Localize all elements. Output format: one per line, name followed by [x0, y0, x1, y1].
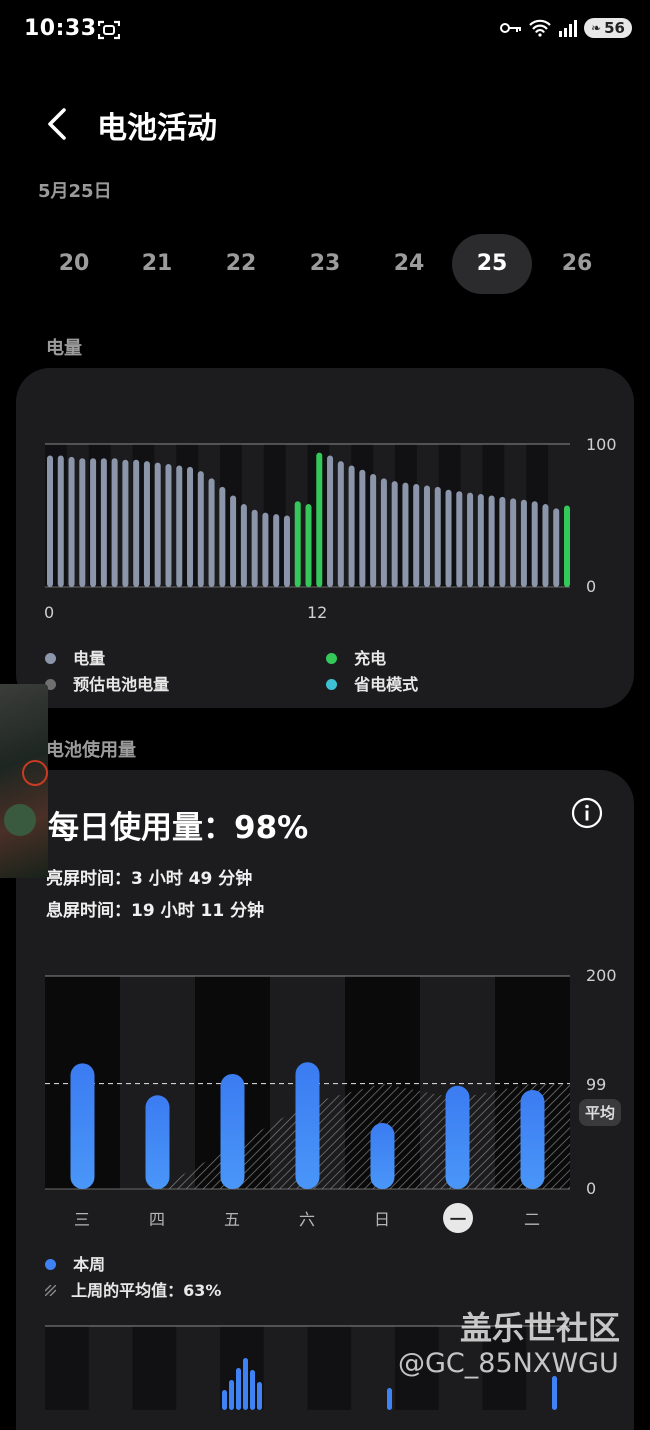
legend-dot-this-week	[45, 1259, 56, 1270]
hourly-bar	[250, 1370, 255, 1410]
weekday-mon[interactable]: 一	[443, 1206, 473, 1230]
usage-bar[interactable]	[145, 1095, 170, 1189]
usage-bar[interactable]	[520, 1089, 545, 1189]
legend-label-last-week: 上周的平均值：63%	[71, 1281, 222, 1300]
hourly-bar	[229, 1380, 234, 1410]
hourly-bar	[243, 1358, 248, 1410]
watermark-site: 盖乐世社区	[460, 1309, 621, 1347]
hourly-bar	[236, 1368, 241, 1410]
thumbnail-blob	[4, 804, 36, 836]
hourly-bar	[257, 1382, 262, 1410]
weekday-thu[interactable]: 四	[142, 1206, 172, 1230]
usage-bar[interactable]	[295, 1062, 320, 1189]
floating-app-thumbnail[interactable]	[0, 684, 48, 878]
weekday-sun[interactable]: 日	[367, 1206, 397, 1230]
hourly-stripe	[307, 1326, 352, 1410]
usage-y-max: 200	[586, 966, 617, 985]
weekday-fri[interactable]: 五	[217, 1206, 247, 1230]
hourly-bar	[552, 1376, 557, 1410]
hourly-stripe	[132, 1326, 177, 1410]
weekday-tue[interactable]: 二	[517, 1206, 547, 1230]
hatch-icon	[44, 1284, 57, 1297]
weekday-wed[interactable]: 三	[67, 1206, 97, 1230]
usage-bar[interactable]	[220, 1073, 245, 1189]
legend-last-week: 上周的平均值：63%	[44, 1277, 222, 1301]
usage-bar[interactable]	[370, 1122, 395, 1189]
watermark-user: @GC_85NXWGU	[398, 1348, 619, 1379]
legend-label-this-week: 本周	[73, 1255, 106, 1274]
usage-y-min: 0	[586, 1179, 596, 1198]
usage-bar[interactable]	[445, 1085, 470, 1189]
weekday-sat[interactable]: 六	[292, 1206, 322, 1230]
hourly-bar	[222, 1390, 227, 1410]
thumbnail-ring	[22, 760, 48, 786]
usage-avg-value: 99	[586, 1075, 606, 1094]
average-badge: 平均	[579, 1099, 622, 1126]
usage-bar[interactable]	[70, 1063, 95, 1189]
hourly-bar	[387, 1388, 392, 1410]
legend-this-week: 本周	[45, 1251, 105, 1275]
usage-chart: 200 99 0	[45, 966, 617, 1198]
hourly-stripe	[45, 1326, 89, 1410]
